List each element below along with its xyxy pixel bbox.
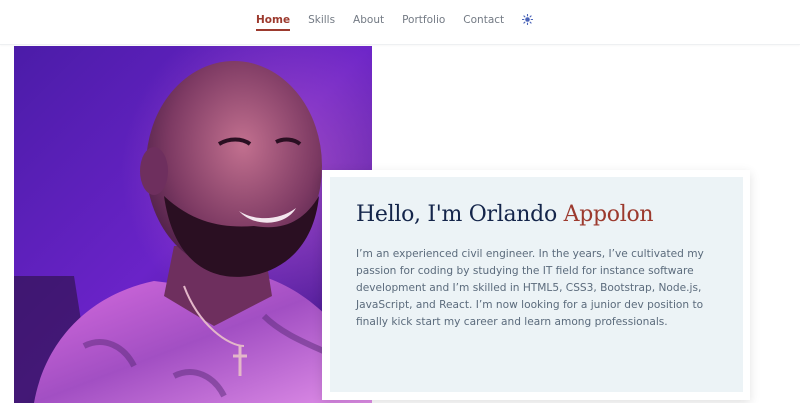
page: Home Skills About Portfolio Contact Hell…: [0, 0, 800, 403]
nav-portfolio-link[interactable]: Portfolio: [402, 14, 445, 30]
nav-items: Home Skills About Portfolio Contact: [256, 13, 534, 31]
sun-icon: [522, 13, 534, 26]
nav-skills-link[interactable]: Skills: [308, 14, 335, 30]
hero-title: Hello, I'm Orlando Appolon: [356, 202, 654, 227]
hero-last-name: Appolon: [563, 202, 654, 227]
profile-photo: [14, 46, 372, 403]
nav-contact-link[interactable]: Contact: [463, 14, 504, 30]
profile-photo-illustration: [14, 46, 372, 403]
top-nav: Home Skills About Portfolio Contact: [0, 0, 800, 45]
nav-about-link[interactable]: About: [353, 14, 384, 30]
theme-toggle-button[interactable]: [522, 13, 534, 31]
hero-bio: I’m an experienced civil engineer. In th…: [356, 248, 704, 328]
hero-greeting: Hello, I'm Orlando: [356, 202, 564, 227]
nav-home-link[interactable]: Home: [256, 14, 291, 31]
